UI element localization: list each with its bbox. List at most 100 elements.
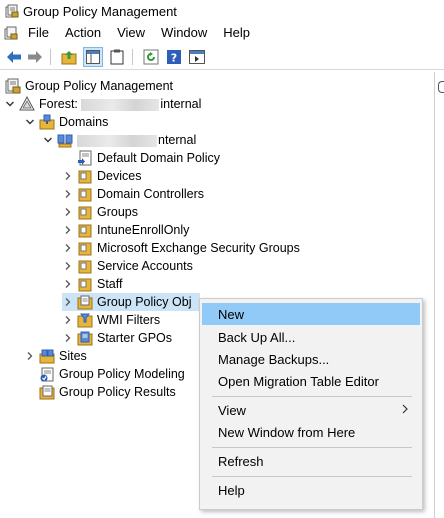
tree-label-results: Group Policy Results xyxy=(59,385,176,399)
forward-button[interactable] xyxy=(26,48,44,66)
menu-view[interactable]: View xyxy=(109,23,153,43)
ou-folder-icon xyxy=(77,276,93,292)
collapse-chevron-icon[interactable] xyxy=(62,167,74,185)
tree-node-intuneenrollonly[interactable]: IntuneEnrollOnly xyxy=(62,221,189,239)
collapse-chevron-icon[interactable] xyxy=(62,311,74,329)
expand-chevron-icon[interactable] xyxy=(42,131,54,149)
tree-node-default-domain-policy[interactable]: Default Domain Policy xyxy=(62,149,220,167)
collapse-chevron-icon[interactable] xyxy=(62,239,74,257)
tree-node-devices[interactable]: Devices xyxy=(62,167,141,185)
context-menu-separator xyxy=(212,476,412,477)
ou-folder-icon xyxy=(77,186,93,202)
back-button[interactable] xyxy=(5,48,23,66)
modeling-icon xyxy=(39,366,55,382)
tree-node-modeling[interactable]: Group Policy Modeling xyxy=(24,365,185,383)
collapse-chevron-icon[interactable] xyxy=(62,329,74,347)
tree-node-results[interactable]: Group Policy Results xyxy=(24,383,176,401)
toolbar: ? xyxy=(0,45,444,70)
context-menu-open-migration-table-editor-label: Open Migration Table Editor xyxy=(218,373,379,389)
context-menu-separator xyxy=(212,447,412,448)
window-title: Group Policy Management xyxy=(23,3,177,19)
tree-label-root: Group Policy Management xyxy=(25,79,173,93)
forest-suffix: internal xyxy=(160,97,202,111)
folder-up-icon xyxy=(61,51,77,65)
collapse-chevron-icon[interactable] xyxy=(62,203,74,221)
context-menu-new-window-from-here[interactable]: New Window from Here xyxy=(202,421,420,443)
menu-window[interactable]: Window xyxy=(153,23,215,43)
ou-folder-icon xyxy=(77,204,93,220)
domain-suffix: nternal xyxy=(158,133,197,147)
menu-file[interactable]: File xyxy=(20,23,57,43)
tree-node-domains[interactable]: Domains xyxy=(24,113,108,131)
tree-node-sites[interactable]: Sites xyxy=(24,347,87,365)
tree-node-group-policy-objects[interactable]: Group Policy Obj xyxy=(62,293,200,311)
collapse-chevron-icon[interactable] xyxy=(62,257,74,275)
context-menu-back-up-all[interactable]: Back Up All... xyxy=(202,326,420,348)
context-menu-view-label: View xyxy=(218,402,246,418)
tree-label-service-accounts: Service Accounts xyxy=(97,259,193,273)
forest-icon xyxy=(19,96,35,112)
expand-chevron-icon[interactable] xyxy=(4,95,16,113)
gpo-folder-icon xyxy=(77,294,93,310)
results-pane xyxy=(434,72,444,518)
tree-label-starter-gpos: Starter GPOs xyxy=(97,331,173,345)
collapse-chevron-icon[interactable] xyxy=(62,293,74,311)
tree-label-domain: nternal xyxy=(77,131,196,149)
redacted-domain-name xyxy=(77,134,157,147)
help-button[interactable]: ? xyxy=(165,48,183,66)
refresh-button[interactable] xyxy=(142,48,160,66)
context-menu-open-migration-table-editor[interactable]: Open Migration Table Editor xyxy=(202,370,420,392)
properties-button[interactable] xyxy=(108,48,126,66)
tree-node-groups[interactable]: Groups xyxy=(62,203,138,221)
show-hide-console-tree-button[interactable] xyxy=(83,47,103,67)
collapse-chevron-icon[interactable] xyxy=(62,221,74,239)
wmi-filter-folder-icon xyxy=(77,312,93,328)
action-pane-button[interactable] xyxy=(188,48,206,66)
title-bar: Group Policy Management xyxy=(0,0,444,22)
ou-folder-icon xyxy=(77,168,93,184)
tree-node-domain-controllers[interactable]: Domain Controllers xyxy=(62,185,204,203)
action-pane-icon xyxy=(189,50,205,64)
context-menu-manage-backups[interactable]: Manage Backups... xyxy=(202,348,420,370)
system-menu-icon[interactable] xyxy=(4,26,18,40)
tree-label-staff: Staff xyxy=(97,277,123,291)
forward-arrow-icon xyxy=(28,51,42,63)
sites-icon xyxy=(39,348,55,364)
toolbar-separator xyxy=(50,49,51,65)
gpmc-app-icon xyxy=(5,4,19,18)
tree-label-default-domain-policy: Default Domain Policy xyxy=(97,151,220,165)
svg-text:?: ? xyxy=(171,52,177,65)
tree-node-forest[interactable]: Forest: internal xyxy=(4,95,201,113)
collapse-chevron-icon[interactable] xyxy=(62,185,74,203)
collapse-chevron-icon[interactable] xyxy=(62,275,74,293)
tree-node-starter-gpos[interactable]: Starter GPOs xyxy=(62,329,172,347)
menu-help[interactable]: Help xyxy=(215,23,258,43)
tree-label-modeling: Group Policy Modeling xyxy=(59,367,185,381)
context-menu-new-window-from-here-label: New Window from Here xyxy=(218,424,356,440)
context-menu-new[interactable]: New xyxy=(202,303,420,325)
menu-action[interactable]: Action xyxy=(57,23,109,43)
tree-node-service-accounts[interactable]: Service Accounts xyxy=(62,257,193,275)
tree-label-group-policy-objects: Group Policy Obj xyxy=(97,295,192,309)
context-menu-help-label: Help xyxy=(218,482,245,498)
context-menu-manage-backups-label: Manage Backups... xyxy=(218,351,330,367)
tree-node-staff[interactable]: Staff xyxy=(62,275,122,293)
context-menu-view[interactable]: View xyxy=(202,399,420,421)
domain-icon xyxy=(57,132,73,148)
forest-prefix: Forest: xyxy=(39,97,82,111)
tree-node-exchange-security-groups[interactable]: Microsoft Exchange Security Groups xyxy=(62,239,300,257)
tree-node-wmi-filters[interactable]: WMI Filters xyxy=(62,311,160,329)
collapse-chevron-icon[interactable] xyxy=(24,347,36,365)
up-one-level-button[interactable] xyxy=(60,48,78,66)
starter-gpo-folder-icon xyxy=(77,330,93,346)
tree-node-root[interactable]: Group Policy Management xyxy=(2,77,173,95)
tree-label-domain-controllers: Domain Controllers xyxy=(97,187,204,201)
tree-node-domain[interactable]: nternal xyxy=(42,131,196,149)
submenu-arrow-icon xyxy=(402,404,408,414)
context-menu-refresh[interactable]: Refresh xyxy=(202,450,420,472)
tree-label-groups: Groups xyxy=(97,205,138,219)
expand-chevron-icon[interactable] xyxy=(24,113,36,131)
gpmc-icon xyxy=(5,78,21,94)
context-menu-help[interactable]: Help xyxy=(202,479,420,501)
